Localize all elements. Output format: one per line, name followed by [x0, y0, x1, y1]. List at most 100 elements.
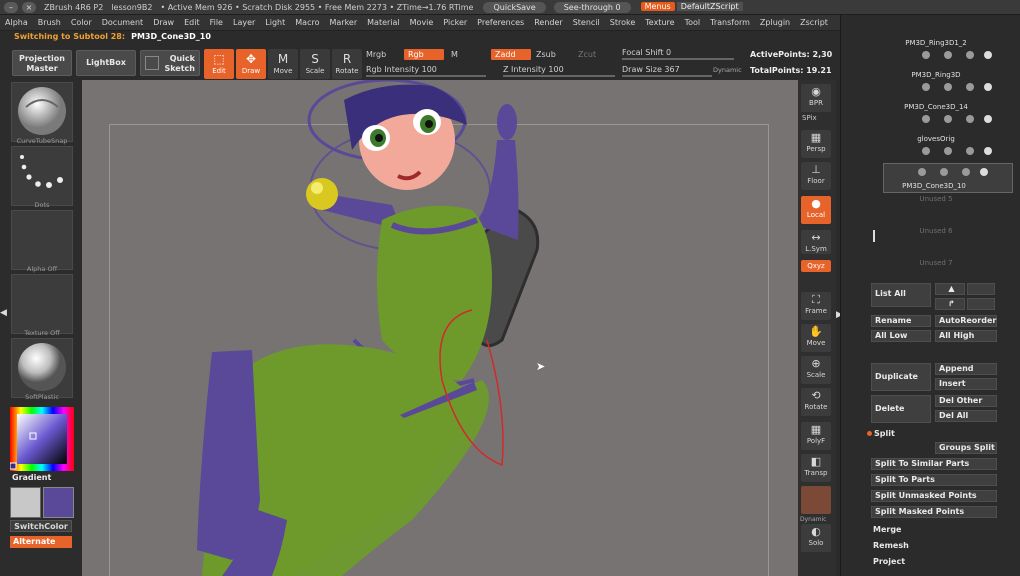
subtool-item[interactable]: Unused 5 — [886, 191, 1016, 221]
menu-transform[interactable]: Transform — [705, 18, 755, 27]
menu-edit[interactable]: Edit — [179, 18, 205, 27]
minimize-icon[interactable]: – — [4, 1, 18, 13]
project-section-header[interactable]: Project — [873, 557, 905, 566]
groups-split-button[interactable]: Groups Split — [935, 442, 997, 454]
quicksave-button[interactable]: QuickSave — [483, 1, 546, 13]
auto-reorder-button[interactable]: AutoReorder — [935, 315, 997, 327]
canvas-viewport[interactable]: ➤ — [82, 80, 798, 576]
polypaint-icon[interactable] — [944, 83, 952, 91]
menu-zscript[interactable]: Zscript — [795, 18, 833, 27]
append-button[interactable]: Append — [935, 363, 997, 375]
visibility-icon[interactable] — [922, 147, 930, 155]
move-button[interactable]: M Move — [268, 49, 298, 79]
brush-icon[interactable] — [966, 147, 974, 155]
menu-stroke[interactable]: Stroke — [605, 18, 641, 27]
menu-zplugin[interactable]: Zplugin — [755, 18, 795, 27]
split-section-header[interactable]: Split — [874, 429, 895, 438]
texture-thumbnail[interactable] — [11, 274, 73, 334]
subtool-item[interactable]: PM3D_Cone3D_10 — [883, 163, 1013, 193]
eye-icon[interactable] — [984, 115, 992, 123]
duplicate-button[interactable]: Duplicate — [871, 363, 931, 391]
zsub-toggle[interactable]: Zsub — [536, 50, 556, 59]
stroke-thumbnail[interactable] — [11, 146, 73, 206]
lightbox-button[interactable]: LightBox — [76, 50, 136, 76]
visibility-icon[interactable] — [922, 51, 930, 59]
switch-color-button[interactable]: SwitchColor — [10, 520, 72, 532]
del-other-button[interactable]: Del Other — [935, 395, 997, 407]
dynamic-toggle[interactable]: Dynamic — [713, 66, 742, 74]
visibility-icon[interactable] — [922, 115, 930, 123]
subtool-scrollbar[interactable] — [873, 230, 875, 242]
menu-file[interactable]: File — [205, 18, 228, 27]
menu-alpha[interactable]: Alpha — [0, 18, 33, 27]
alternate-button[interactable]: Alternate — [10, 536, 72, 548]
transp-button[interactable]: ◧ Transp — [801, 454, 831, 482]
floor-button[interactable]: ⊥ Floor — [801, 162, 831, 190]
draw-size-track[interactable] — [622, 75, 712, 77]
subtool-item[interactable]: glovesOrig — [886, 131, 1016, 161]
scale-button[interactable]: S Scale — [300, 49, 330, 79]
menu-brush[interactable]: Brush — [33, 18, 66, 27]
polypaint-icon[interactable] — [944, 147, 952, 155]
all-low-button[interactable]: All Low — [871, 330, 931, 342]
rgb-toggle[interactable]: Rgb — [404, 49, 444, 60]
focal-shift-track[interactable] — [622, 58, 734, 60]
alpha-thumbnail[interactable] — [11, 210, 73, 270]
draw-size-slider[interactable]: Draw Size 367 — [622, 65, 680, 74]
edit-button[interactable]: ⬚ Edit — [204, 49, 234, 79]
move-view-button[interactable]: ✋ Move — [801, 324, 831, 352]
eye-icon[interactable] — [984, 83, 992, 91]
menu-color[interactable]: Color — [66, 18, 97, 27]
polypaint-icon[interactable] — [944, 115, 952, 123]
split-to-parts-button[interactable]: Split To Parts — [871, 474, 997, 486]
subtool-item[interactable]: PM3D_Cone3D_14 — [886, 99, 1016, 129]
all-high-button[interactable]: All High — [935, 330, 997, 342]
focal-shift-slider[interactable]: Focal Shift 0 — [622, 48, 671, 57]
visibility-icon[interactable] — [918, 168, 926, 176]
lsym-button[interactable]: ↔ L.Sym — [801, 230, 831, 254]
polypaint-icon[interactable] — [940, 168, 948, 176]
scale-view-button[interactable]: ⊕ Scale — [801, 356, 831, 384]
collapse-left-icon[interactable]: ◀ — [0, 308, 7, 322]
color-picker[interactable] — [9, 407, 74, 471]
brush-icon[interactable] — [966, 83, 974, 91]
rgb-intensity-track[interactable] — [366, 75, 486, 77]
local-button[interactable]: ● Local — [801, 196, 831, 224]
zadd-toggle[interactable]: Zadd — [491, 49, 531, 60]
menu-stencil[interactable]: Stencil — [568, 18, 605, 27]
subtool-item[interactable]: PM3D_Ring3D — [886, 67, 1016, 97]
draw-button[interactable]: ✥ Draw — [236, 49, 266, 79]
solo-button[interactable]: ◐ Solo — [801, 524, 831, 552]
list-all-button[interactable]: List All — [871, 283, 931, 307]
mrgb-toggle[interactable]: Mrgb — [366, 50, 386, 59]
projection-master-button[interactable]: Projection Master — [12, 50, 72, 76]
menu-material[interactable]: Material — [362, 18, 405, 27]
rotate-button[interactable]: R Rotate — [332, 49, 362, 79]
close-icon[interactable]: × — [22, 1, 36, 13]
z-intensity-track[interactable] — [503, 75, 615, 77]
menu-preferences[interactable]: Preferences — [472, 18, 529, 27]
brush-icon[interactable] — [966, 115, 974, 123]
xyz-button[interactable]: Qxyz — [801, 260, 831, 272]
menu-movie[interactable]: Movie — [405, 18, 439, 27]
menu-marker[interactable]: Marker — [324, 18, 362, 27]
del-all-button[interactable]: Del All — [935, 410, 997, 422]
blank-button-1[interactable] — [967, 283, 995, 295]
move-down-icon[interactable]: ↱ — [935, 298, 965, 310]
subtool-item[interactable]: PM3D_Ring3D1_2 — [886, 35, 1016, 65]
subtool-item[interactable]: Unused 7 — [886, 255, 1016, 285]
subtool-item[interactable]: Unused 6 — [886, 223, 1016, 253]
spix-slider[interactable]: SPix — [802, 114, 817, 122]
polypaint-icon[interactable] — [944, 51, 952, 59]
secondary-color-swatch[interactable] — [10, 487, 41, 518]
menu-document[interactable]: Document — [97, 18, 148, 27]
delete-button[interactable]: Delete — [871, 395, 931, 423]
zcut-toggle[interactable]: Zcut — [578, 50, 596, 59]
brush-thumbnail[interactable] — [11, 82, 73, 142]
rgb-intensity-slider[interactable]: Rgb Intensity 100 — [366, 65, 437, 74]
menu-layer[interactable]: Layer — [228, 18, 260, 27]
quick-sketch-button[interactable]: Quick Sketch — [140, 50, 200, 76]
menu-picker[interactable]: Picker — [438, 18, 472, 27]
menu-tool[interactable]: Tool — [680, 18, 706, 27]
insert-button[interactable]: Insert — [935, 378, 997, 390]
